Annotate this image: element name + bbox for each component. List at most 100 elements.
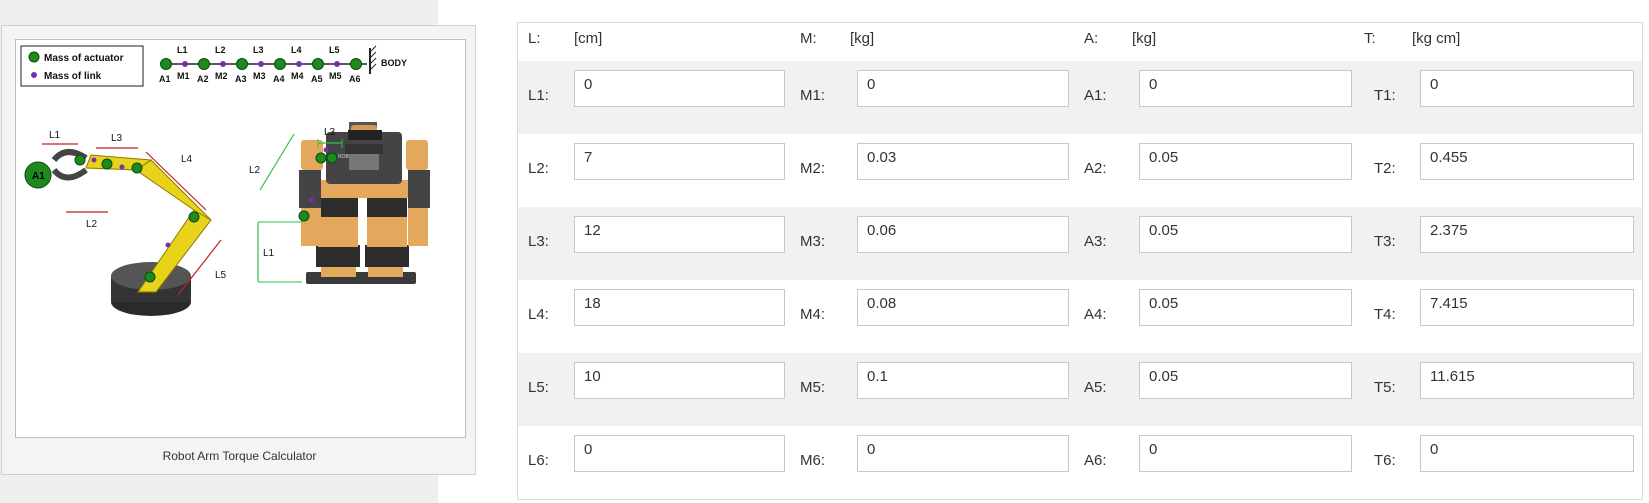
mass-input-m4[interactable] (857, 289, 1069, 326)
header-torque-label: T: (1364, 30, 1376, 47)
row-label-l4: L4: (528, 306, 549, 323)
mass-input-m1[interactable] (857, 70, 1069, 107)
torque-output-t2[interactable] (1420, 143, 1634, 180)
length-input-l1[interactable] (574, 70, 785, 107)
row-label-t1: T1: (1374, 87, 1396, 104)
row-label-m6: M6: (800, 452, 826, 469)
actuator-input-a4[interactable] (1139, 289, 1352, 326)
row-label-a2: A2: (1084, 160, 1107, 177)
row-label-m1: M1: (800, 87, 826, 104)
header-mass-label: M: (800, 30, 817, 47)
row-label-t6: T6: (1374, 452, 1396, 469)
arm-label-l1: L1 (49, 130, 61, 141)
arm-label-l5: L5 (215, 270, 227, 281)
chain-label-m3: M3 (253, 71, 266, 81)
actuator-input-a1[interactable] (1139, 70, 1352, 107)
humanoid-label-l3: L3 (324, 127, 336, 138)
humanoid-label-l1: L1 (263, 248, 275, 259)
actuator-input-a2[interactable] (1139, 143, 1352, 180)
mass-input-m3[interactable] (857, 216, 1069, 253)
row-label-a4: A4: (1084, 306, 1107, 323)
torque-output-t6[interactable] (1420, 435, 1634, 472)
arm-label-l3: L3 (111, 133, 123, 144)
chain-label-a3: A3 (235, 74, 247, 84)
row-label-m2: M2: (800, 160, 826, 177)
row-label-m3: M3: (800, 233, 826, 250)
torque-output-t5[interactable] (1420, 362, 1634, 399)
actuator-marker-icon (28, 51, 40, 63)
link-marker-icon (31, 72, 37, 78)
header-actuator-unit: [kg] (1132, 30, 1157, 47)
actuator-input-a3[interactable] (1139, 216, 1352, 253)
robot-diagram-image: Mass of actuator Mass of link BODY L1 L2… (15, 39, 466, 438)
mass-input-m5[interactable] (857, 362, 1069, 399)
header-length-unit: [cm] (574, 30, 603, 47)
row-label-a3: A3: (1084, 233, 1107, 250)
length-input-l6[interactable] (574, 435, 785, 472)
chain-label-m2: M2 (215, 71, 228, 81)
joint-row-5: L5: M5: A5: T5: (518, 353, 1642, 426)
chain-label-m1: M1 (177, 71, 190, 81)
chain-label-m4: M4 (291, 71, 304, 81)
arm-label-l2: L2 (86, 219, 98, 230)
length-input-l4[interactable] (574, 289, 785, 326)
chain-label-l2: L2 (215, 45, 226, 55)
chain-label-l1: L1 (177, 45, 188, 55)
torque-calculator-form: L: [cm] M: [kg] A: [kg] T: [kg cm] L1: M… (517, 22, 1643, 500)
torque-output-t4[interactable] (1420, 289, 1634, 326)
body-label: BODY (381, 58, 407, 68)
row-label-t3: T3: (1374, 233, 1396, 250)
humanoid-robot-illustration: ROBONOVA-I L (249, 122, 430, 284)
robot-arm-illustration: A1 L1 L3 L4 L2 L5 (24, 130, 227, 316)
chain-label-a4: A4 (273, 74, 285, 84)
actuator-input-a6[interactable] (1139, 435, 1352, 472)
header-mass-unit: [kg] (850, 30, 875, 47)
torque-output-t1[interactable] (1420, 70, 1634, 107)
kinematic-chain-schematic: BODY L1 L2 L3 L4 L5 A1 M1 A2 M2 A3 M3 A4… (159, 45, 407, 84)
header-torque-unit: [kg cm] (1412, 30, 1461, 47)
figure-caption: Robot Arm Torque Calculator (162, 449, 317, 463)
row-label-a6: A6: (1084, 452, 1107, 469)
row-label-l3: L3: (528, 233, 549, 250)
joint-row-1: L1: M1: A1: T1: (518, 61, 1642, 134)
length-input-l2[interactable] (574, 143, 785, 180)
chain-label-l5: L5 (329, 45, 340, 55)
chain-label-a6: A6 (349, 74, 361, 84)
joint-row-3: L3: M3: A3: T3: (518, 207, 1642, 280)
row-label-t2: T2: (1374, 160, 1396, 177)
length-input-l5[interactable] (574, 362, 785, 399)
column-header-row: L: [cm] M: [kg] A: [kg] T: [kg cm] (518, 23, 1642, 61)
header-length-label: L: (528, 30, 541, 47)
row-label-a5: A5: (1084, 379, 1107, 396)
chain-label-m5: M5 (329, 71, 342, 81)
chain-label-l4: L4 (291, 45, 302, 55)
legend-actuator-text: Mass of actuator (44, 53, 124, 64)
chain-label-l3: L3 (253, 45, 264, 55)
row-label-t4: T4: (1374, 306, 1396, 323)
mass-input-m2[interactable] (857, 143, 1069, 180)
row-label-a1: A1: (1084, 87, 1107, 104)
torque-output-t3[interactable] (1420, 216, 1634, 253)
chain-label-a5: A5 (311, 74, 323, 84)
row-label-m5: M5: (800, 379, 826, 396)
humanoid-label-l2: L2 (249, 165, 261, 176)
joint-row-6: L6: M6: A6: T6: (518, 426, 1642, 499)
actuator-input-a5[interactable] (1139, 362, 1352, 399)
row-label-m4: M4: (800, 306, 826, 323)
chain-label-a2: A2 (197, 74, 209, 84)
mass-input-m6[interactable] (857, 435, 1069, 472)
row-label-l2: L2: (528, 160, 549, 177)
diagram-legend: Mass of actuator Mass of link (20, 45, 144, 87)
header-actuator-label: A: (1084, 30, 1099, 47)
row-label-t5: T5: (1374, 379, 1396, 396)
row-label-l6: L6: (528, 452, 549, 469)
joint-row-4: L4: M4: A4: T4: (518, 280, 1642, 353)
arm-label-a1: A1 (32, 171, 45, 182)
row-label-l1: L1: (528, 87, 549, 104)
chain-label-a1: A1 (159, 74, 171, 84)
legend-link-text: Mass of link (44, 71, 102, 82)
row-label-l5: L5: (528, 379, 549, 396)
length-input-l3[interactable] (574, 216, 785, 253)
robot-figure-card: Mass of actuator Mass of link BODY L1 L2… (1, 25, 476, 475)
joint-row-2: L2: M2: A2: T2: (518, 134, 1642, 207)
